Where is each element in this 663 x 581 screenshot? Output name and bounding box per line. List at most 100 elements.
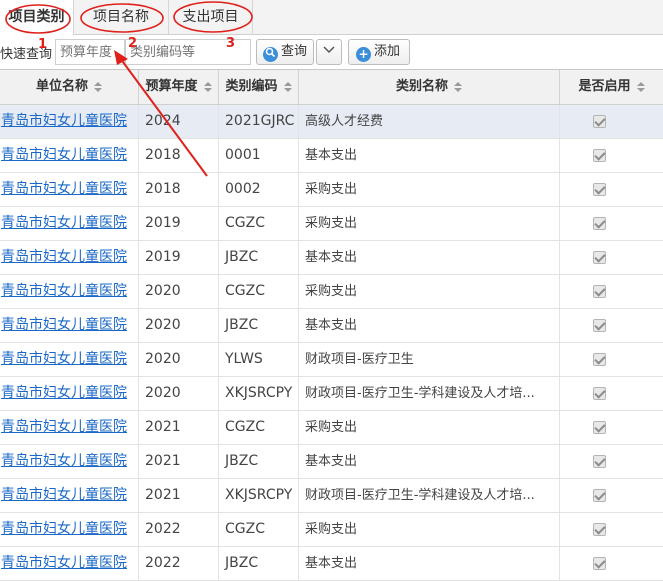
year-text: 2020 — [145, 385, 181, 401]
cell-year: 2020 — [139, 343, 219, 376]
table-row[interactable]: 青岛市妇女儿童医院 2021 JBZC 基本支出 — [0, 445, 663, 479]
table-row[interactable]: 青岛市妇女儿童医院 2018 0001 基本支出 — [0, 139, 663, 173]
enabled-checkbox[interactable] — [593, 523, 606, 536]
enabled-checkbox[interactable] — [593, 251, 606, 264]
enabled-checkbox[interactable] — [593, 387, 606, 400]
code-text: JBZC — [225, 555, 259, 571]
cell-year: 2020 — [139, 275, 219, 308]
table-row[interactable]: 青岛市妇女儿童医院 2019 JBZC 基本支出 — [0, 241, 663, 275]
table-row[interactable]: 青岛市妇女儿童医院 2021 CGZC 采购支出 — [0, 411, 663, 445]
code-text: 0001 — [225, 147, 261, 163]
cell-name: 财政项目-医疗卫生 — [299, 343, 560, 376]
unit-link[interactable]: 青岛市妇女儿童医院 — [1, 487, 127, 503]
table-body: 青岛市妇女儿童医院 2024 2021GJRC 高级人才经费 青岛市妇女儿童医院 2018… — [0, 105, 663, 581]
code-text: 0002 — [225, 181, 261, 197]
cell-year: 2021 — [139, 411, 219, 444]
query-button[interactable]: 查询 — [256, 39, 314, 65]
table-row[interactable]: 青岛市妇女儿童医院 2024 2021GJRC 高级人才经费 — [0, 105, 663, 139]
cell-unit: 青岛市妇女儿童医院 — [0, 411, 139, 444]
table-row[interactable]: 青岛市妇女儿童医院 2020 JBZC 基本支出 — [0, 309, 663, 343]
cell-code: YLWS — [219, 343, 299, 376]
year-text: 2020 — [145, 283, 181, 299]
budget-year-input[interactable] — [55, 39, 125, 65]
unit-link[interactable]: 青岛市妇女儿童医院 — [1, 317, 127, 333]
enabled-checkbox[interactable] — [593, 421, 606, 434]
unit-link[interactable]: 青岛市妇女儿童医院 — [1, 521, 127, 537]
table-row[interactable]: 青岛市妇女儿童医院 2020 XKJSRCPY 财政项目-医疗卫生-学科建设及人才培.… — [0, 377, 663, 411]
column-header-unit[interactable]: 单位名称 — [0, 70, 139, 104]
year-text: 2021 — [145, 487, 181, 503]
table-row[interactable]: 青岛市妇女儿童医院 2022 CGZC 采购支出 — [0, 513, 663, 547]
name-text: 基本支出 — [305, 556, 358, 571]
column-header-enabled[interactable]: 是否启用 — [560, 70, 663, 104]
code-text: JBZC — [225, 453, 259, 469]
tab-project-name[interactable]: 项目名称 — [74, 0, 169, 34]
enabled-checkbox[interactable] — [593, 115, 606, 128]
table-row[interactable]: 青岛市妇女儿童医院 2019 CGZC 采购支出 — [0, 207, 663, 241]
name-text: 采购支出 — [305, 522, 358, 537]
cell-year: 2021 — [139, 479, 219, 512]
plus-icon: + — [356, 47, 371, 62]
enabled-checkbox[interactable] — [593, 217, 606, 230]
unit-link[interactable]: 青岛市妇女儿童医院 — [1, 215, 127, 231]
toolbar: 快速查询 查询 +添加 — [0, 35, 663, 69]
category-table: 单位名称 预算年度 类别编码 类别名称 是否启用 青岛市妇女儿童医院 2024 20… — [0, 69, 663, 581]
cell-enabled — [560, 377, 663, 410]
sort-icon — [454, 81, 462, 92]
enabled-checkbox[interactable] — [593, 319, 606, 332]
unit-link[interactable]: 青岛市妇女儿童医院 — [1, 147, 127, 163]
year-text: 2019 — [145, 249, 181, 265]
cell-enabled — [560, 445, 663, 478]
unit-link[interactable]: 青岛市妇女儿童医院 — [1, 249, 127, 265]
enabled-checkbox[interactable] — [593, 557, 606, 570]
unit-link[interactable]: 青岛市妇女儿童医院 — [1, 113, 127, 129]
tab-expense-item[interactable]: 支出项目 — [169, 0, 253, 34]
cell-name: 财政项目-医疗卫生-学科建设及人才培... — [299, 479, 560, 512]
enabled-checkbox[interactable] — [593, 455, 606, 468]
unit-link[interactable]: 青岛市妇女儿童医院 — [1, 283, 127, 299]
code-text: XKJSRCPY — [225, 385, 293, 401]
table-row[interactable]: 青岛市妇女儿童医院 2020 YLWS 财政项目-医疗卫生 — [0, 343, 663, 377]
unit-link[interactable]: 青岛市妇女儿童医院 — [1, 385, 127, 401]
year-text: 2021 — [145, 453, 181, 469]
code-text: CGZC — [225, 419, 265, 435]
category-code-input[interactable] — [125, 39, 251, 65]
table-header: 单位名称 预算年度 类别编码 类别名称 是否启用 — [0, 70, 663, 105]
unit-link[interactable]: 青岛市妇女儿童医院 — [1, 453, 127, 469]
cell-year: 2019 — [139, 207, 219, 240]
cell-name: 采购支出 — [299, 411, 560, 444]
enabled-checkbox[interactable] — [593, 149, 606, 162]
unit-link[interactable]: 青岛市妇女儿童医院 — [1, 181, 127, 197]
column-header-name[interactable]: 类别名称 — [299, 70, 560, 104]
cell-year: 2018 — [139, 139, 219, 172]
enabled-checkbox[interactable] — [593, 285, 606, 298]
cell-enabled — [560, 105, 663, 138]
table-row[interactable]: 青岛市妇女儿童医院 2018 0002 采购支出 — [0, 173, 663, 207]
enabled-checkbox[interactable] — [593, 489, 606, 502]
column-header-year[interactable]: 预算年度 — [139, 70, 219, 104]
year-text: 2020 — [145, 351, 181, 367]
enabled-checkbox[interactable] — [593, 353, 606, 366]
unit-link[interactable]: 青岛市妇女儿童医院 — [1, 555, 127, 571]
column-header-code[interactable]: 类别编码 — [219, 70, 299, 104]
enabled-checkbox[interactable] — [593, 183, 606, 196]
table-row[interactable]: 青岛市妇女儿童医院 2021 XKJSRCPY 财政项目-医疗卫生-学科建设及人才培.… — [0, 479, 663, 513]
cell-code: 2021GJRC — [219, 105, 299, 138]
cell-name: 财政项目-医疗卫生-学科建设及人才培... — [299, 377, 560, 410]
code-text: CGZC — [225, 215, 265, 231]
cell-code: JBZC — [219, 241, 299, 274]
cell-code: XKJSRCPY — [219, 377, 299, 410]
table-row[interactable]: 青岛市妇女儿童医院 2022 JBZC 基本支出 — [0, 547, 663, 581]
unit-link[interactable]: 青岛市妇女儿童医院 — [1, 419, 127, 435]
year-text: 2018 — [145, 147, 181, 163]
year-text: 2021 — [145, 419, 181, 435]
cell-code: XKJSRCPY — [219, 479, 299, 512]
cell-year: 2024 — [139, 105, 219, 138]
add-button[interactable]: + 添加 — [348, 39, 410, 65]
unit-link[interactable]: 青岛市妇女儿童医院 — [1, 351, 127, 367]
year-text: 2019 — [145, 215, 181, 231]
tab-project-category[interactable]: 项目类别 — [0, 0, 74, 35]
query-dropdown-button[interactable] — [316, 39, 342, 65]
table-row[interactable]: 青岛市妇女儿童医院 2020 CGZC 采购支出 — [0, 275, 663, 309]
name-text: 基本支出 — [305, 318, 358, 333]
